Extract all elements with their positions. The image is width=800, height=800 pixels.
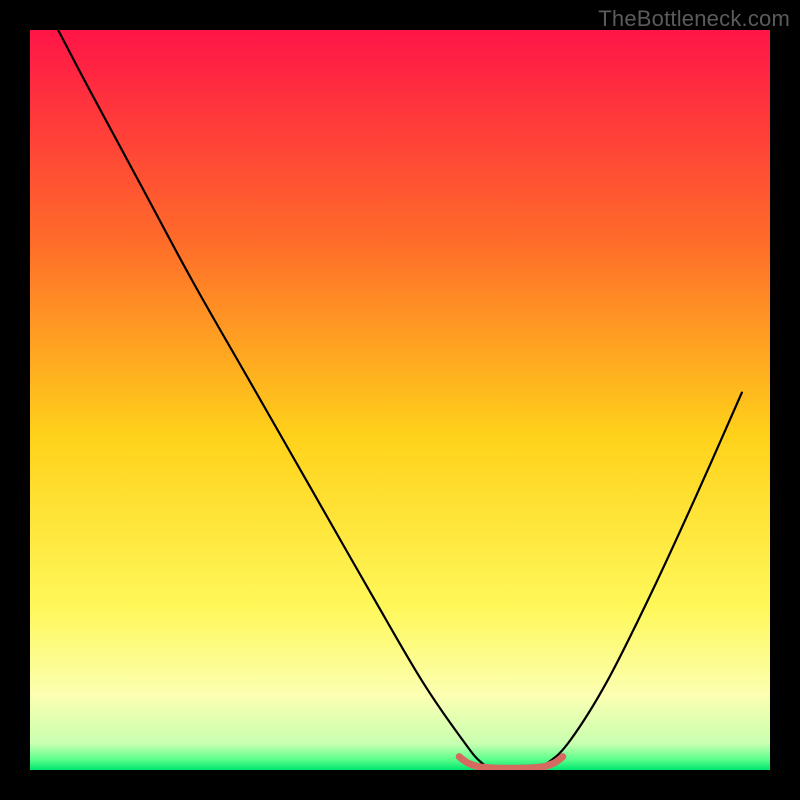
bottleneck-chart	[0, 0, 800, 800]
chart-background-gradient	[30, 30, 770, 770]
watermark-text: TheBottleneck.com	[598, 6, 790, 32]
